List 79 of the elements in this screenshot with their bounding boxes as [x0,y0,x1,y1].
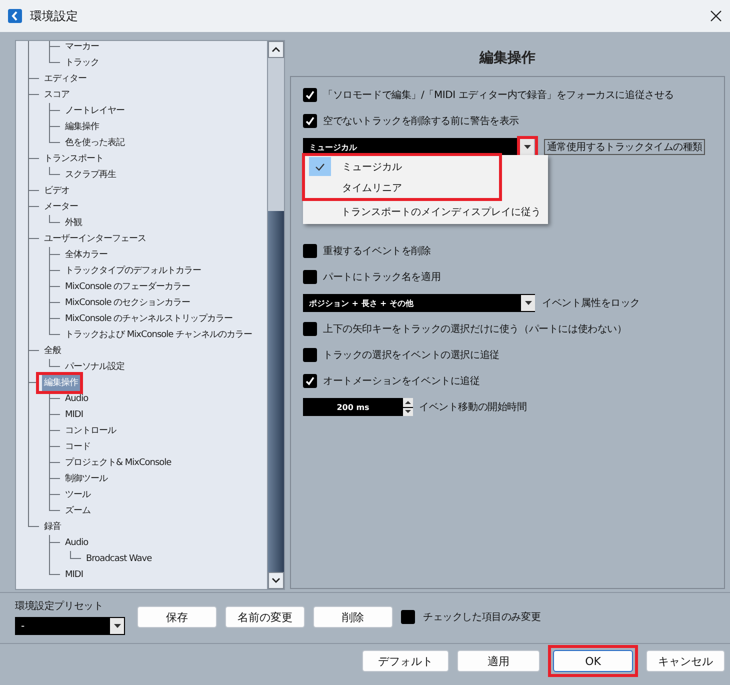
checkbox[interactable] [303,88,317,102]
tree-item[interactable]: ズーム [63,503,92,519]
tree-item[interactable]: 録音 [42,519,63,535]
checkbox-label: パートにトラック名を適用 [323,270,441,284]
tree-item[interactable]: プロジェクト& MixConsole [63,455,174,471]
checkbox[interactable] [303,244,317,258]
scrollbar[interactable] [267,41,284,589]
tree-item[interactable]: 全般 [42,343,63,359]
menu-item[interactable]: トランスポートのメインディスプレイに従う [304,201,547,222]
chevron-up-icon[interactable] [272,47,280,52]
dialog-button[interactable]: OK [553,650,633,672]
chevron-down-icon[interactable] [272,578,280,583]
checkbox[interactable] [303,348,317,362]
preset-button[interactable]: 保存 [137,606,217,628]
menu-item[interactable]: ミュージカル [305,156,499,177]
preset-button[interactable]: 削除 [313,606,393,628]
dialog-button[interactable]: 適用 [457,650,540,672]
tree-item[interactable]: ツール [63,487,92,503]
preset-button[interactable]: 名前の変更 [225,606,305,628]
caret-icon [524,301,532,305]
tree-item[interactable]: エディター [42,71,88,87]
checkbox-label: 重複するイベントを削除 [323,244,431,258]
tree-item[interactable]: MixConsole のフェーダーカラー [63,279,192,295]
dialog-button[interactable]: キャンセル [646,650,725,672]
increment-button[interactable] [403,398,413,406]
checkbox[interactable] [303,114,317,128]
tree-item[interactable]: 全体カラー [63,247,110,263]
close-icon[interactable] [710,10,722,22]
tree-item[interactable]: Broadcast Wave [84,551,154,567]
setting-label: 通常使用するトラックタイムの種類 [544,139,706,155]
tree-item[interactable]: ビデオ [42,183,72,199]
tree-item[interactable]: 外観 [63,215,84,231]
section-heading: 編集操作 [478,49,536,68]
tree-item[interactable]: MixConsole のセクションカラー [63,295,192,311]
tree-item[interactable]: 色を使った表記 [63,135,126,151]
caret-icon [524,145,530,149]
tree-item[interactable]: 制御ツール [63,471,110,487]
tree-item[interactable]: ユーザーインターフェース [42,231,148,247]
tree-item[interactable]: トラックタイプのデフォルトカラー [63,263,203,279]
preset-dropdown[interactable]: - [15,617,125,635]
checkbox[interactable] [303,322,317,336]
checkbox[interactable] [303,374,317,388]
checkbox-label: チェックした項目のみ変更 [423,610,541,624]
number-field[interactable]: 200 ms [303,398,413,416]
checkbox-label: 上下の矢印キーをトラックの選択だけに使う（パートには使わない） [323,322,627,336]
tree-item[interactable]: スクラブ再生 [63,167,118,183]
tree-item[interactable]: トランスポート [42,151,106,167]
checkbox[interactable] [303,270,317,284]
window-title: 環境設定 [30,8,79,24]
checkbox-label: トラックの選択をイベントの選択に追従 [323,349,500,362]
tree-item[interactable]: メーター [42,199,80,215]
tree-item[interactable]: マーカー [63,41,101,55]
caret-icon [114,624,120,628]
tree-item[interactable]: MIDI [63,407,86,423]
decrement-button[interactable] [403,408,413,416]
check-icon [315,162,325,170]
tree-item[interactable]: Audio [63,391,90,407]
tree-item[interactable]: Audio [63,535,90,551]
app-logo-icon [8,9,22,23]
tree-item[interactable]: コントロール [63,423,118,439]
checkbox-label: 「ソロモードで編集」/「MIDI エディター内で録音」をフォーカスに追従させる [323,88,674,102]
dropdown-field[interactable]: ポジション + 長さ + その他 [303,294,535,312]
checkbox[interactable] [401,610,415,624]
tree-item[interactable]: トラック [63,55,101,71]
tree-item[interactable]: トラックおよび MixConsole チャンネルのカラー [63,327,254,343]
setting-label: イベント属性をロック [542,296,640,310]
tree-item[interactable]: MIDI [63,567,86,583]
checkbox-label: オートメーションをイベントに追従 [323,375,480,388]
preset-label: 環境設定プリセット [15,600,104,613]
setting-label: イベント移動の開始時間 [419,400,527,414]
menu-item[interactable]: タイムリニア [305,177,499,198]
checkbox-label: 空でないトラックを削除する前に警告を表示 [323,114,520,128]
tree-item[interactable]: 編集操作 [63,119,101,135]
tree-item[interactable]: MixConsole のチャンネルストリップカラー [63,311,235,327]
tree-item[interactable]: ノートレイヤー [63,103,126,119]
tree-item[interactable]: コード [63,439,92,455]
tree-item[interactable]: スコア [42,87,72,103]
dialog-button[interactable]: デフォルト [362,650,449,672]
tree-item[interactable]: パーソナル設定 [63,359,126,375]
